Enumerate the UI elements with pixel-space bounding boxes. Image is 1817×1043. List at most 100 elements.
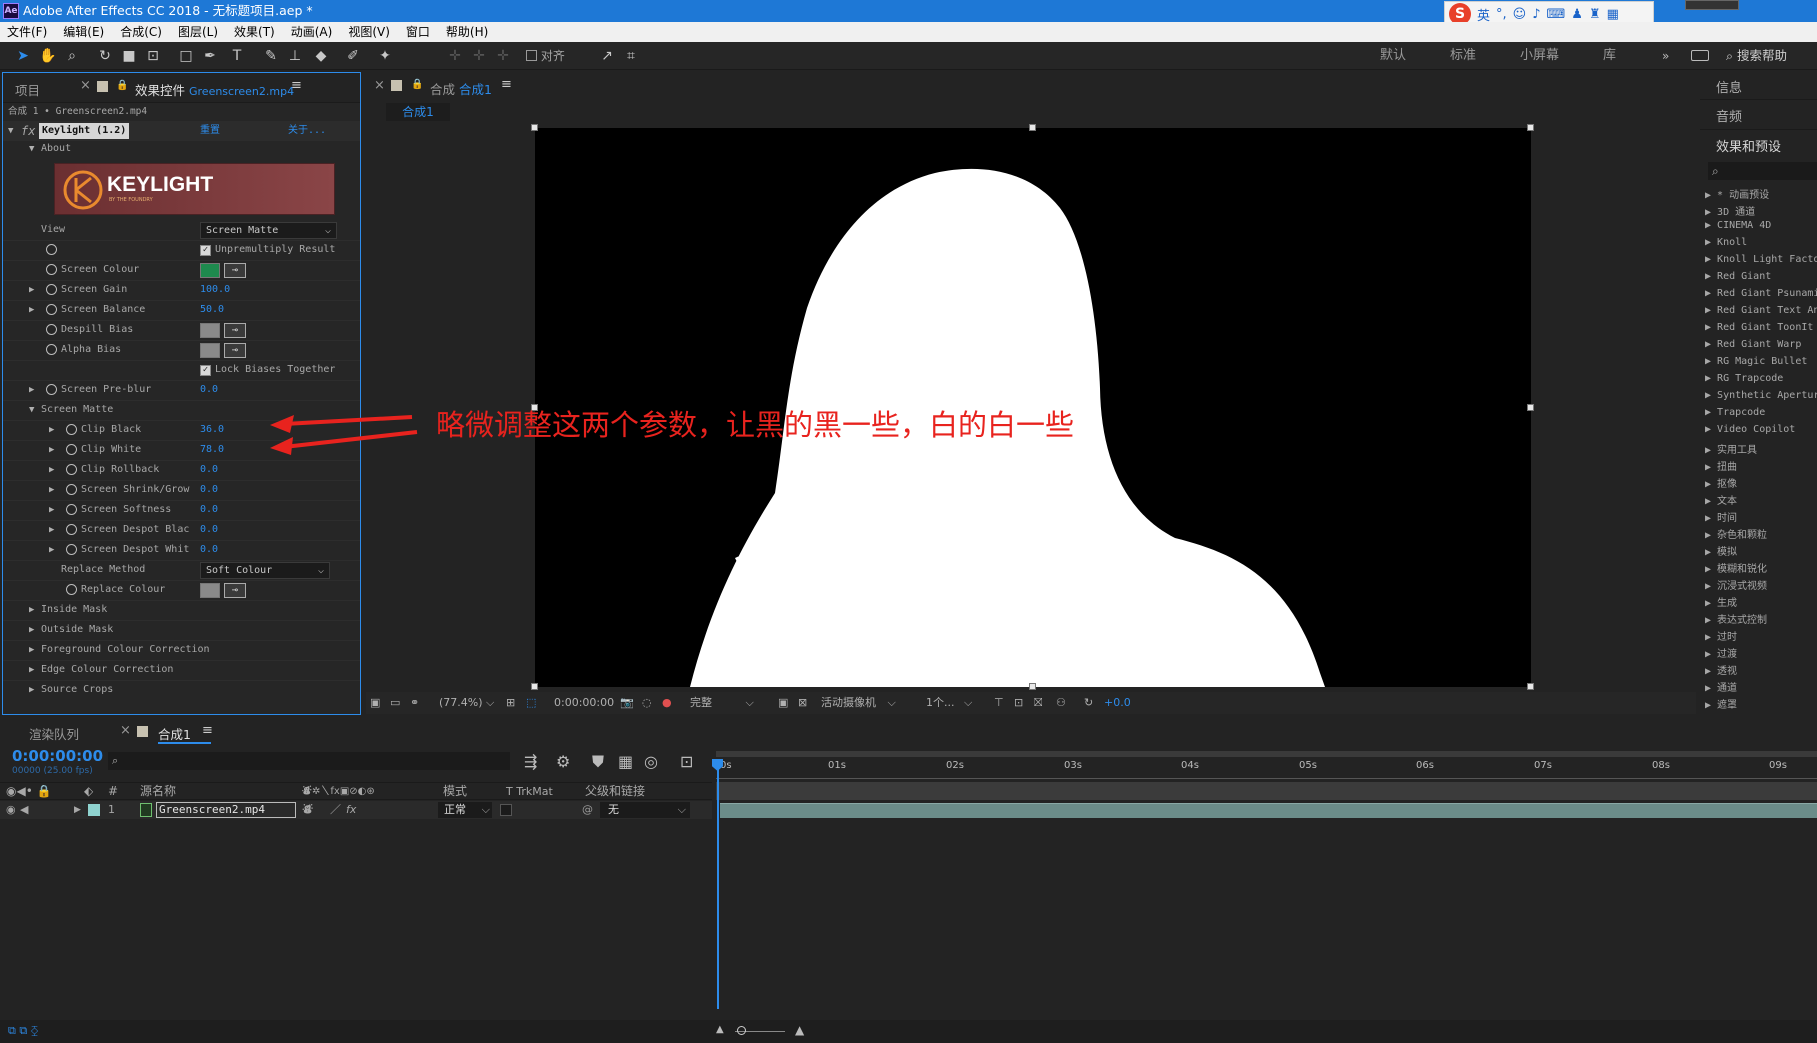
screen-preblur-value[interactable]: 0.0 [200, 380, 218, 400]
resolution-dropdown[interactable]: 完整 ⌵ [690, 692, 754, 714]
menu-layer[interactable]: 图层(L) [178, 22, 218, 42]
effects-search-input[interactable]: ⌕ [1708, 162, 1817, 180]
monitor-icon[interactable]: ▭ [390, 692, 400, 714]
punct-icon[interactable]: °, [1496, 7, 1507, 22]
zoom-in-icon[interactable]: ▲ [795, 1023, 804, 1037]
user-icon[interactable]: ♟ [1571, 7, 1583, 22]
expand-triangle-icon[interactable]: ▶ [29, 280, 34, 300]
lock-icon[interactable]: 🔒 [116, 80, 128, 91]
brush-tool-icon[interactable]: ✎ [262, 47, 280, 65]
replace-colour-swatch[interactable] [200, 583, 220, 598]
panel-menu-icon[interactable]: ≡ [291, 78, 302, 93]
snap-extend-icon[interactable]: ⌗ [622, 47, 640, 65]
menu-animation[interactable]: 动画(A) [291, 22, 333, 42]
hand-tool-icon[interactable]: ✋ [39, 47, 57, 65]
expand-triangle-icon[interactable]: ▶ [49, 420, 54, 440]
type-tool-icon[interactable]: T [228, 47, 246, 65]
show-snapshot-icon[interactable]: ◌ [642, 692, 652, 714]
layer-switches-toggle-icon[interactable]: ⧉ ⧉ ⧰ [8, 1024, 38, 1038]
expand-triangle-icon[interactable]: ▶ [29, 660, 34, 680]
screen-balance-value[interactable]: 50.0 [200, 300, 224, 320]
effect-category[interactable]: ▶ 表达式控制 [1705, 611, 1767, 626]
alpha-bias-swatch[interactable] [200, 343, 220, 358]
tab-composition[interactable]: 合成 合成1 [430, 79, 492, 98]
pickwhip-icon[interactable]: @ [582, 801, 593, 819]
stopwatch-icon[interactable] [46, 244, 57, 255]
mic-icon[interactable]: ♪ [1532, 7, 1540, 22]
shy-switch-icon[interactable]: ⛇ [302, 801, 313, 819]
expand-triangle-icon[interactable]: ▶ [29, 640, 34, 660]
frame-blending-icon[interactable]: ▦ [618, 752, 633, 771]
clip-black-value[interactable]: 36.0 [200, 420, 224, 440]
inside-mask-row[interactable]: ▶ Inside Mask [3, 600, 360, 620]
pen-tool-icon[interactable]: ✒ [201, 47, 219, 65]
menu-file[interactable]: 文件(F) [7, 22, 47, 42]
time-ruler[interactable]: 0s 01s 02s 03s 04s 05s 06s 07s 08s 09s [716, 757, 1817, 779]
expand-triangle-icon[interactable]: ▶ [29, 380, 34, 400]
stopwatch-icon[interactable] [66, 424, 77, 435]
expand-triangle-icon[interactable]: ▶ [29, 300, 34, 320]
expand-triangle-icon[interactable]: ▶ [49, 460, 54, 480]
info-panel-tab[interactable]: 信息 [1716, 77, 1742, 96]
effect-category[interactable]: ▶ 杂色和颗粒 [1705, 526, 1767, 541]
effect-category[interactable]: ▶ Red Giant Psunami [1705, 288, 1817, 299]
layer-row[interactable]: ◉ ◀ ▶ 1 Greenscreen2.mp4 ⛇ ／ fx 正常 ⌵ @ 无 ⌵ [0, 801, 712, 819]
emoji-icon[interactable]: ☺ [1513, 7, 1527, 22]
tab-project[interactable]: 项目 [15, 80, 40, 99]
expand-triangle-icon[interactable]: ▶ [74, 801, 81, 819]
transform-handle[interactable] [531, 124, 538, 131]
close-icon[interactable]: × [120, 723, 131, 738]
camera-dropdown[interactable]: 活动摄像机 ⌵ [821, 692, 896, 714]
effect-category[interactable]: ▶ 透视 [1705, 662, 1737, 677]
menu-view[interactable]: 视图(V) [348, 22, 390, 42]
transparency-toggle-icon[interactable]: ⊠ [798, 692, 807, 714]
effect-category[interactable]: ▶ 遮罩 [1705, 696, 1737, 711]
snap-option-icon[interactable]: ↗ [598, 47, 616, 65]
fx-icon[interactable]: fx [21, 121, 35, 141]
stopwatch-icon[interactable] [46, 344, 57, 355]
timeline-timecode[interactable]: 0:00:00:00 [12, 747, 103, 765]
about-section-row[interactable]: ▼ About [3, 139, 360, 159]
window-controls[interactable] [1685, 0, 1739, 10]
effect-category[interactable]: ▶ 文本 [1705, 492, 1737, 507]
transform-handle[interactable] [1029, 124, 1036, 131]
layer-name[interactable]: Greenscreen2.mp4 [156, 802, 296, 818]
menu-composition[interactable]: 合成(C) [120, 22, 162, 42]
comp-mini-flowchart-icon[interactable]: ⇶ [524, 752, 537, 771]
effect-category[interactable]: ▶ 沉浸式视频 [1705, 577, 1767, 592]
collapse-triangle-icon[interactable]: ▼ [29, 400, 34, 420]
expand-triangle-icon[interactable]: ▶ [49, 440, 54, 460]
channel-rgb-icon[interactable]: ● [662, 692, 672, 714]
panel-menu-icon[interactable]: ≡ [501, 77, 512, 92]
workspace-panel-icon[interactable] [1691, 50, 1709, 61]
stopwatch-icon[interactable] [46, 304, 57, 315]
fg-correction-row[interactable]: ▶ Foreground Colour Correction [3, 640, 360, 660]
effect-category[interactable]: ▶ 过渡 [1705, 645, 1737, 660]
workspace-standard[interactable]: 标准 [1450, 42, 1476, 70]
replace-method-dropdown[interactable]: Soft Colour ⌵ [200, 562, 330, 579]
effect-category[interactable]: ▶ Knoll Light Facto [1705, 254, 1817, 265]
parent-dropdown[interactable]: 无 ⌵ [600, 802, 690, 818]
effect-category[interactable]: ▶ 抠像 [1705, 475, 1737, 490]
workspace-overflow-icon[interactable]: » [1662, 42, 1669, 70]
effect-category[interactable]: ▶ 扭曲 [1705, 458, 1737, 473]
layer-label-color[interactable] [88, 804, 100, 816]
quality-switch-icon[interactable]: ／ [330, 801, 341, 819]
pan-behind-tool-icon[interactable]: ⊡ [144, 47, 162, 65]
collapse-triangle-icon[interactable]: ▼ [8, 121, 13, 141]
clone-stamp-tool-icon[interactable]: ⊥ [286, 47, 304, 65]
effect-category[interactable]: ▶ Video Copilot [1705, 424, 1795, 435]
screen-colour-swatch[interactable] [200, 263, 220, 278]
column-source-name[interactable]: 源名称 [140, 783, 176, 800]
screen-gain-value[interactable]: 100.0 [200, 280, 230, 300]
eraser-tool-icon[interactable]: ◆ [312, 47, 330, 65]
workspace-default[interactable]: 默认 [1380, 42, 1406, 70]
graph-editor-icon[interactable]: ⊡ [680, 752, 693, 771]
skin-icon[interactable]: ♜ [1589, 7, 1601, 22]
layer-duration-bar[interactable] [720, 803, 1817, 818]
expand-triangle-icon[interactable]: ▶ [29, 600, 34, 620]
tab-effect-controls[interactable]: 效果控件 Greenscreen2.mp4 [135, 80, 294, 99]
eyedropper-icon[interactable]: ⊸ [224, 343, 246, 358]
zoom-slider-thumb[interactable] [737, 1026, 746, 1035]
despot-black-value[interactable]: 0.0 [200, 520, 218, 540]
